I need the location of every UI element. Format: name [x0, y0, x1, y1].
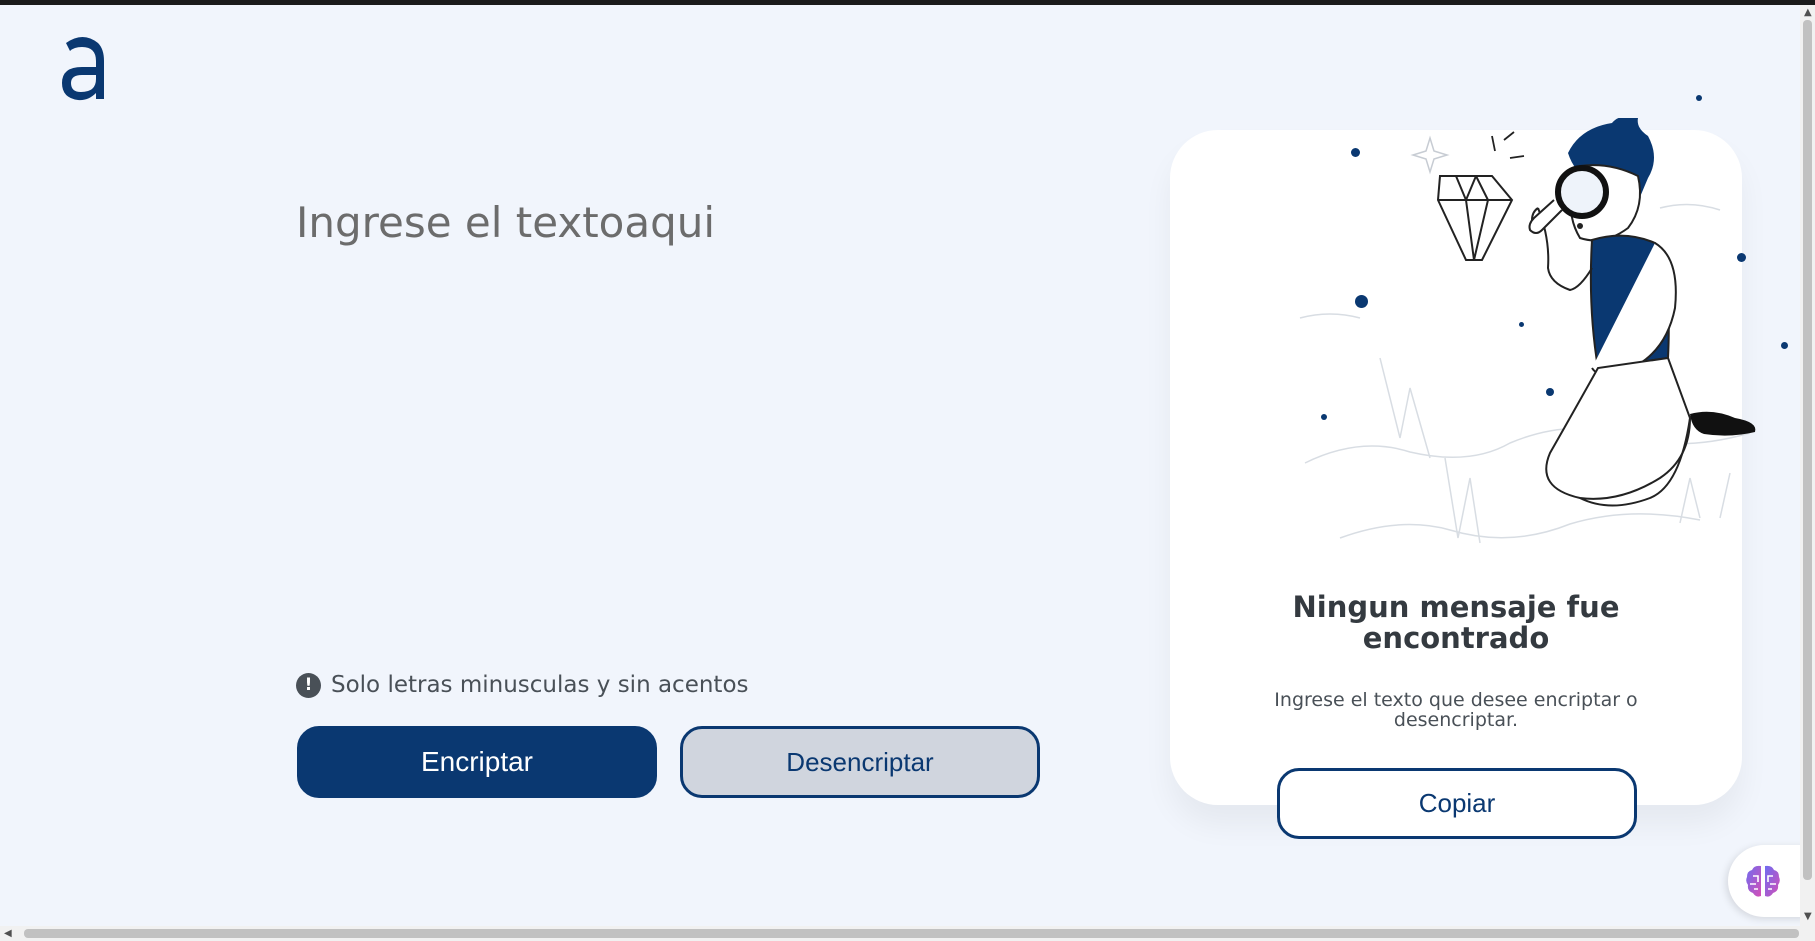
decrypt-button[interactable]: Desencriptar — [680, 726, 1040, 798]
text-input[interactable] — [296, 198, 1036, 618]
brain-icon — [1746, 865, 1780, 897]
decoration-dot — [1781, 342, 1788, 349]
window-top-edge — [0, 0, 1815, 5]
vertical-scrollbar-thumb[interactable] — [1803, 20, 1812, 880]
encrypt-button[interactable]: Encriptar — [297, 726, 657, 798]
empty-output-title: Ningun mensaje fue encontrado — [1292, 590, 1620, 655]
input-hint: ! Solo letras minusculas y sin acentos — [296, 672, 749, 698]
hint-text: Solo letras minusculas y sin acentos — [331, 672, 749, 698]
decoration-dot — [1696, 95, 1702, 101]
scroll-left-arrow-icon[interactable]: ◀ — [4, 929, 12, 939]
boy-with-magnifying-glass-illustration — [1299, 118, 1756, 544]
exclamation-circle-icon: ! — [296, 672, 321, 698]
horizontal-scrollbar-thumb[interactable] — [24, 929, 1799, 938]
scroll-up-arrow-icon[interactable]: ▲ — [1804, 8, 1812, 18]
scroll-down-arrow-icon[interactable]: ▼ — [1804, 912, 1812, 922]
empty-output-subtitle: Ingrese el texto que desee encriptar o d… — [1274, 689, 1638, 731]
alura-logo-icon[interactable] — [58, 33, 108, 103]
copy-button[interactable]: Copiar — [1277, 768, 1637, 839]
extension-widget[interactable] — [1728, 845, 1808, 917]
